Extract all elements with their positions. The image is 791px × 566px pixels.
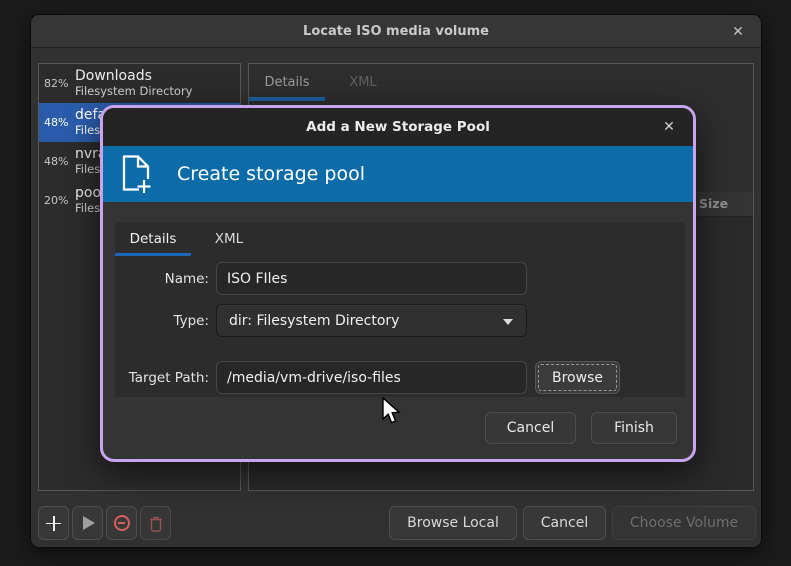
usage-percent: 20% [39, 194, 75, 207]
tab-xml[interactable]: XML [325, 64, 401, 101]
size-column-header[interactable]: Size [699, 196, 728, 211]
window-title: Locate ISO media volume [303, 24, 489, 39]
dialog-tabbar: Details XML [115, 222, 685, 256]
stop-icon [114, 515, 130, 531]
close-icon: ✕ [732, 24, 744, 40]
banner-title: Create storage pool [177, 163, 365, 185]
name-input[interactable] [216, 262, 527, 295]
plus-icon [46, 516, 61, 531]
cancel-button[interactable]: Cancel [523, 506, 606, 540]
pool-name: Downloads [75, 69, 192, 85]
stop-pool-button[interactable] [106, 506, 137, 540]
browse-local-button[interactable]: Browse Local [389, 506, 517, 540]
dialog-body: Details XML Name: Type: dir: Filesystem … [103, 202, 693, 459]
dialog-actions: Cancel Finish [103, 397, 693, 459]
pool-toolbar [38, 506, 171, 540]
choose-volume-button[interactable]: Choose Volume [612, 506, 756, 540]
tab-details[interactable]: Details [249, 64, 325, 101]
pool-type: Filesystem Directory [75, 85, 192, 98]
usage-percent: 82% [39, 77, 75, 90]
add-pool-button[interactable] [38, 506, 69, 540]
dialog-titlebar: Add a New Storage Pool ✕ [103, 108, 693, 146]
window-close-button[interactable]: ✕ [728, 22, 748, 42]
trash-icon [149, 515, 163, 532]
screen: Locate ISO media volume ✕ 82% Downloads … [0, 0, 791, 566]
dialog-tab-xml[interactable]: XML [191, 222, 267, 256]
window-titlebar: Locate ISO media volume ✕ [31, 15, 761, 48]
start-pool-button[interactable] [72, 506, 103, 540]
usage-percent: 48% [39, 116, 75, 129]
name-row: Name: [115, 262, 685, 295]
new-pool-icon [119, 153, 153, 195]
type-label: Type: [115, 313, 209, 329]
dialog-notebook: Details XML Name: Type: dir: Filesystem … [115, 222, 685, 397]
close-icon: ✕ [663, 119, 675, 135]
name-label: Name: [115, 271, 209, 287]
type-select[interactable]: dir: Filesystem Directory [216, 304, 527, 337]
browse-button[interactable]: Browse [535, 361, 620, 394]
play-icon [83, 516, 95, 530]
dialog-title: Add a New Storage Pool [306, 119, 490, 135]
delete-pool-button[interactable] [140, 506, 171, 540]
dialog-tab-details[interactable]: Details [115, 222, 191, 256]
target-path-input[interactable] [216, 361, 527, 394]
dialog-banner: Create storage pool [103, 146, 693, 202]
add-storage-pool-dialog: Add a New Storage Pool ✕ Create storage … [100, 105, 696, 462]
target-path-row: Target Path: Browse [115, 361, 685, 394]
pool-list-item[interactable]: 82% Downloads Filesystem Directory [39, 64, 240, 103]
pane-tabbar: Details XML [249, 64, 401, 101]
type-row: Type: dir: Filesystem Directory [115, 304, 685, 337]
chevron-down-icon [503, 319, 513, 325]
target-path-label: Target Path: [115, 370, 209, 386]
dialog-close-button[interactable]: ✕ [659, 117, 679, 137]
dialog-cancel-button[interactable]: Cancel [485, 412, 576, 444]
window-footer: Browse Local Cancel Choose Volume [389, 506, 756, 540]
type-select-value: dir: Filesystem Directory [229, 313, 399, 329]
usage-percent: 48% [39, 155, 75, 168]
dialog-finish-button[interactable]: Finish [591, 412, 677, 444]
